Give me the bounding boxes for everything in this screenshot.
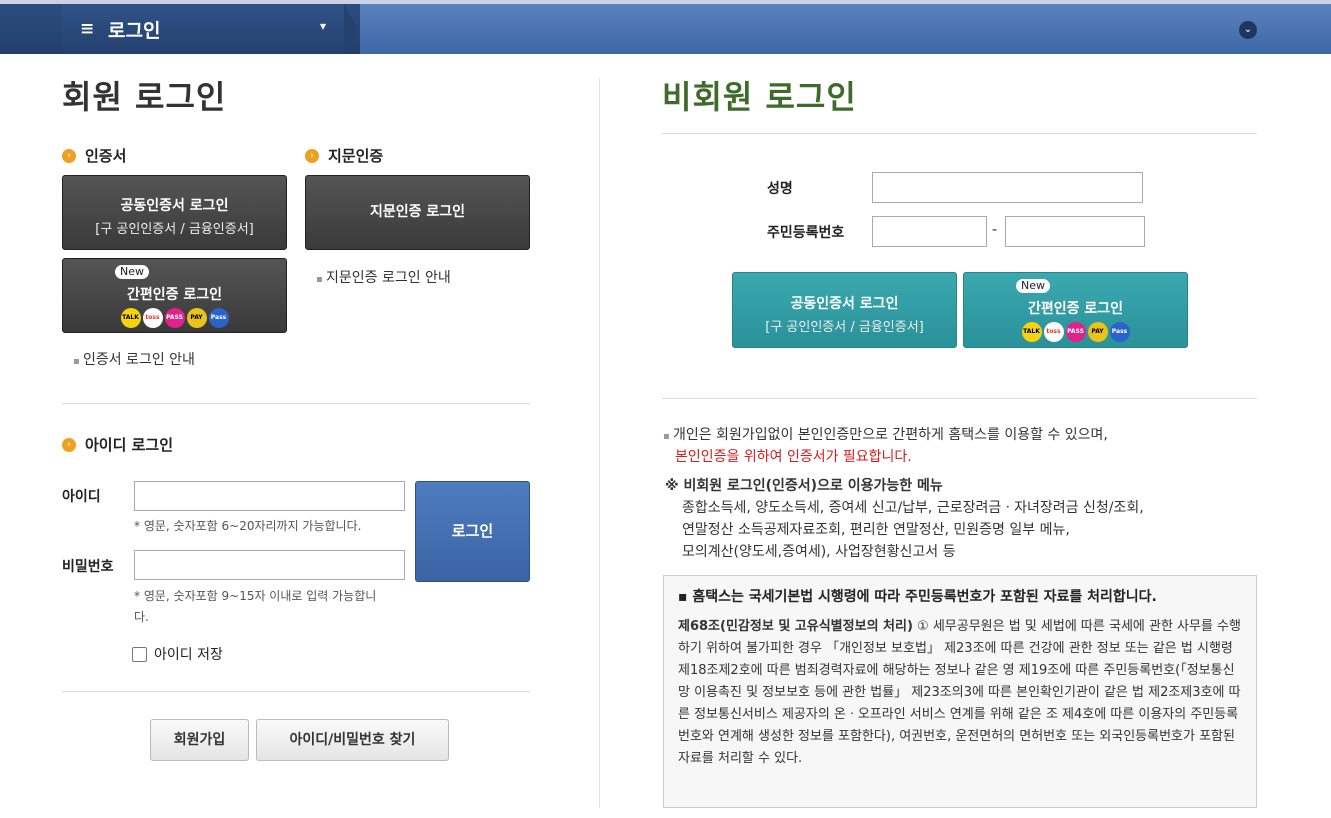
id-section-label: 아이디 로그인 [85, 436, 174, 454]
id-hint: * 영문, 숫자포함 6~20자리까지 가능합니다. [134, 519, 362, 533]
divider [662, 133, 1257, 134]
nonmember-cert-login-button[interactable]: 공동인증서 로그인 [구 공인인증서 / 금융인증서] [732, 272, 957, 348]
divider [62, 691, 530, 692]
nonmember-note-2: 본인인증을 위하여 인증서가 필요합니다. [675, 449, 912, 465]
bullet-icon: › [62, 437, 76, 452]
toss-icon: toss [1043, 322, 1064, 342]
menu-heading: ※ 비회원 로그인(인증서)으로 이용가능한 메뉴 [665, 478, 943, 494]
payco-icon: PAY [1087, 322, 1108, 342]
pass-icon: PASS [1065, 322, 1086, 342]
notice-body: 제68조(민감정보 및 고유식별정보의 처리) ① 세무공무원은 법 및 세법에… [678, 616, 1242, 770]
member-login-heading: 회원 로그인 [62, 78, 227, 116]
rrn-back-input[interactable] [1005, 216, 1145, 247]
top-nav-bar: ≡ 로그인 ▾ ⌄ [0, 0, 1331, 54]
finger-section-label: 지문인증 [328, 147, 384, 165]
finger-section-head: › 지문인증 [305, 145, 383, 166]
checkbox-box[interactable] [132, 646, 147, 662]
save-id-label: 아이디 저장 [154, 647, 223, 663]
kakao-icon: TALK [120, 308, 141, 328]
notice-title: ▪ 홈택스는 국세기본법 시행령에 따라 주민등록번호가 포함된 자료를 처리합… [678, 589, 1157, 605]
cert-guide-link[interactable]: 인증서 로그인 안내 [73, 349, 195, 369]
menu-line-2: 연말정산 소득공제자료조회, 편리한 연말정산, 민원증명 일부 메뉴, [682, 522, 1070, 538]
rrn-front-input[interactable] [872, 216, 987, 247]
id-input[interactable] [134, 481, 405, 511]
expand-icon[interactable]: ⌄ [1239, 21, 1257, 39]
caret-down-icon[interactable]: ▾ [320, 19, 326, 33]
hamburger-icon[interactable]: ≡ [80, 19, 94, 39]
name-input[interactable] [872, 172, 1143, 203]
notice-text: ① 세무공무원은 법 및 세법에 따른 국세에 관한 사무를 수행하기 위하여 … [678, 619, 1241, 766]
notice-bold: 제68조(민감정보 및 고유식별정보의 처리) [678, 619, 913, 634]
simple-auth-label: 간편인증 로그인 [1027, 301, 1124, 317]
divider [62, 403, 530, 404]
nonmember-login-heading: 비회원 로그인 [662, 78, 857, 116]
rrn-dash: - [992, 222, 998, 238]
pass-icon: PASS [164, 308, 185, 328]
finger-guide-link[interactable]: 지문인증 로그인 안내 [316, 267, 451, 287]
name-label: 성명 [767, 181, 793, 197]
nonmember-simple-auth-button[interactable]: New 간편인증 로그인 TALK toss PASS PAY Pass [963, 272, 1188, 348]
simple-auth-login-button[interactable]: New 간편인증 로그인 TALK toss PASS PAY Pass [62, 258, 287, 333]
login-button[interactable]: 로그인 [415, 481, 530, 582]
privacy-notice-box: ▪ 홈택스는 국세기본법 시행령에 따라 주민등록번호가 포함된 자료를 처리합… [663, 575, 1257, 808]
cert-login-sub: [구 공인인증서 / 금융인증서] [95, 222, 254, 237]
pw-input[interactable] [134, 550, 405, 580]
auth-provider-icons: TALK toss PASS PAY Pass [63, 308, 286, 328]
kakao-icon: TALK [1021, 322, 1042, 342]
cert-login-main: 공동인증서 로그인 [120, 198, 229, 214]
nonmember-note-1: ▪ 개인은 회원가입없이 본인인증만으로 간편하게 홈택스를 이용할 수 있으며… [663, 427, 1108, 443]
finger-login-label: 지문인증 로그인 [369, 204, 466, 220]
id-label: 아이디 [62, 489, 101, 505]
cert-login-button[interactable]: 공동인증서 로그인 [구 공인인증서 / 금융인증서] [62, 175, 287, 250]
simple-auth-label: 간편인증 로그인 [126, 287, 223, 303]
find-id-pw-button[interactable]: 아이디/비밀번호 찾기 [256, 719, 449, 761]
menu-line-1: 종합소득세, 양도소득세, 증여세 신고/납부, 근로장려금ㆍ자녀장려금 신청/… [682, 500, 1144, 516]
payco-icon: PAY [186, 308, 207, 328]
samsung-pass-icon: Pass [208, 308, 229, 328]
menu-title[interactable]: 로그인 [108, 16, 160, 43]
pw-label: 비밀번호 [62, 559, 114, 575]
auth-provider-icons: TALK toss PASS PAY Pass [964, 322, 1187, 342]
new-badge: New [115, 265, 149, 279]
toss-icon: toss [142, 308, 163, 328]
pw-hint-cont: 다. [134, 610, 149, 624]
divider [662, 398, 1257, 399]
bullet-icon: › [62, 148, 76, 163]
rrn-label: 주민등록번호 [767, 225, 845, 241]
new-badge: New [1016, 279, 1050, 293]
menu-dropdown[interactable] [62, 4, 346, 54]
samsung-pass-icon: Pass [1109, 322, 1130, 342]
note-text: 개인은 회원가입없이 본인인증만으로 간편하게 홈택스를 이용할 수 있으며, [672, 427, 1108, 443]
column-divider [599, 78, 600, 808]
save-id-checkbox[interactable]: 아이디 저장 [132, 644, 223, 664]
cert-login-sub: [구 공인인증서 / 금융인증서] [765, 320, 924, 335]
join-button[interactable]: 회원가입 [150, 719, 249, 761]
menu-tab-arrow [344, 4, 358, 54]
finger-login-button[interactable]: 지문인증 로그인 [305, 175, 530, 250]
bullet-icon: › [305, 148, 319, 163]
cert-section-label: 인증서 [85, 147, 127, 165]
cert-section-head: › 인증서 [62, 145, 126, 166]
pw-hint: * 영문, 숫자포함 9~15자 이내로 입력 가능합니 [134, 589, 377, 603]
menu-line-3: 모의계산(양도세,증여세), 사업장현황신고서 등 [682, 544, 956, 560]
id-section-head: › 아이디 로그인 [62, 434, 173, 455]
cert-login-main: 공동인증서 로그인 [790, 296, 899, 312]
